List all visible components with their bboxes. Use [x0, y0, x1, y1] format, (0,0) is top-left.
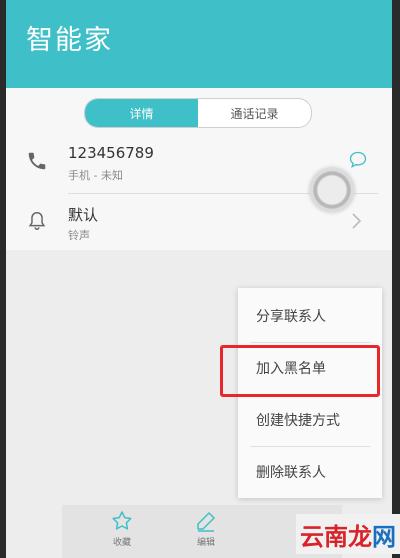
contact-name-title: 智能家: [26, 25, 113, 56]
watermark-char: 龙: [348, 522, 372, 551]
favorite-button[interactable]: 收藏: [92, 509, 152, 554]
bell-icon: [28, 212, 46, 230]
phone-type: 手机 - 未知: [68, 169, 123, 182]
pencil-icon: [197, 512, 215, 532]
menu-item-create-shortcut[interactable]: 创建快捷方式: [238, 394, 382, 446]
watermark-char: 云: [300, 522, 324, 551]
watermark-char: 网: [372, 522, 396, 551]
highlight-annotation-box: [220, 345, 380, 397]
favorite-label: 收藏: [112, 538, 131, 548]
star-icon: [112, 511, 132, 530]
ringtone-label: 铃声: [68, 229, 90, 242]
ringtone-value: 默认: [68, 206, 99, 224]
menu-item-delete-contact[interactable]: 删除联系人: [238, 446, 382, 498]
chevron-right-icon: [352, 213, 362, 229]
edit-button[interactable]: 编辑: [176, 509, 236, 554]
watermark-char: 南: [324, 522, 348, 551]
tab-call-log[interactable]: 通话记录: [198, 99, 311, 127]
message-icon[interactable]: [348, 150, 368, 170]
phone-number: 123456789: [68, 144, 154, 162]
tab-details[interactable]: 详情: [85, 99, 198, 127]
menu-item-share-contact[interactable]: 分享联系人: [238, 290, 382, 342]
segmented-tabs: 详情 通话记录: [84, 98, 312, 128]
phone-icon: [28, 152, 46, 170]
site-watermark-logo: 云 南 龙 网: [296, 514, 400, 554]
app-header: 智能家: [6, 0, 392, 90]
edit-label: 编辑: [196, 538, 215, 548]
phone-screen: 智能家 详情 通话记录 123456789 手机 - 未知 默认 铃声 分享联系…: [6, 0, 392, 558]
floating-assistant-ball[interactable]: [310, 168, 354, 212]
